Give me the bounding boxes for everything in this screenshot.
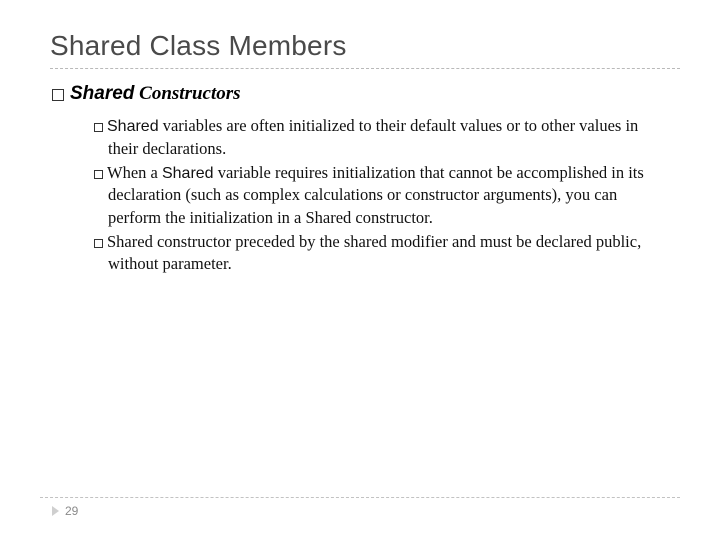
square-bullet-icon xyxy=(94,170,103,179)
bullet-level1: Shared Constructors xyxy=(52,83,680,105)
square-bullet-icon xyxy=(94,123,103,132)
square-bullet-icon xyxy=(94,239,103,248)
bullet-text: Shared constructor preceded by the share… xyxy=(107,232,641,273)
title-divider xyxy=(50,68,680,69)
list-item: Shared constructor preceded by the share… xyxy=(94,231,670,276)
bullet-text: variables are often initialized to their… xyxy=(108,116,638,158)
keyword-shared: Shared xyxy=(162,165,214,182)
keyword-shared: Shared xyxy=(70,83,134,104)
list-item: Shared variables are often initialized t… xyxy=(94,115,670,160)
square-bullet-icon xyxy=(52,89,64,101)
bullet-level2-list: Shared variables are often initialized t… xyxy=(94,115,670,276)
footer-divider xyxy=(40,497,680,498)
page-title: Shared Class Members xyxy=(50,30,680,62)
triangle-icon xyxy=(52,506,59,516)
level1-text: Shared Constructors xyxy=(70,83,241,105)
list-item: When a Shared variable requires initiali… xyxy=(94,162,670,229)
page-indicator: 29 xyxy=(40,504,680,518)
footer: 29 xyxy=(40,497,680,518)
bullet-pre: When a xyxy=(107,163,162,182)
slide: Shared Class Members Shared Constructors… xyxy=(0,0,720,540)
page-number: 29 xyxy=(65,504,78,518)
keyword-shared: Shared xyxy=(107,118,159,135)
level1-rest: Constructors xyxy=(134,83,240,104)
